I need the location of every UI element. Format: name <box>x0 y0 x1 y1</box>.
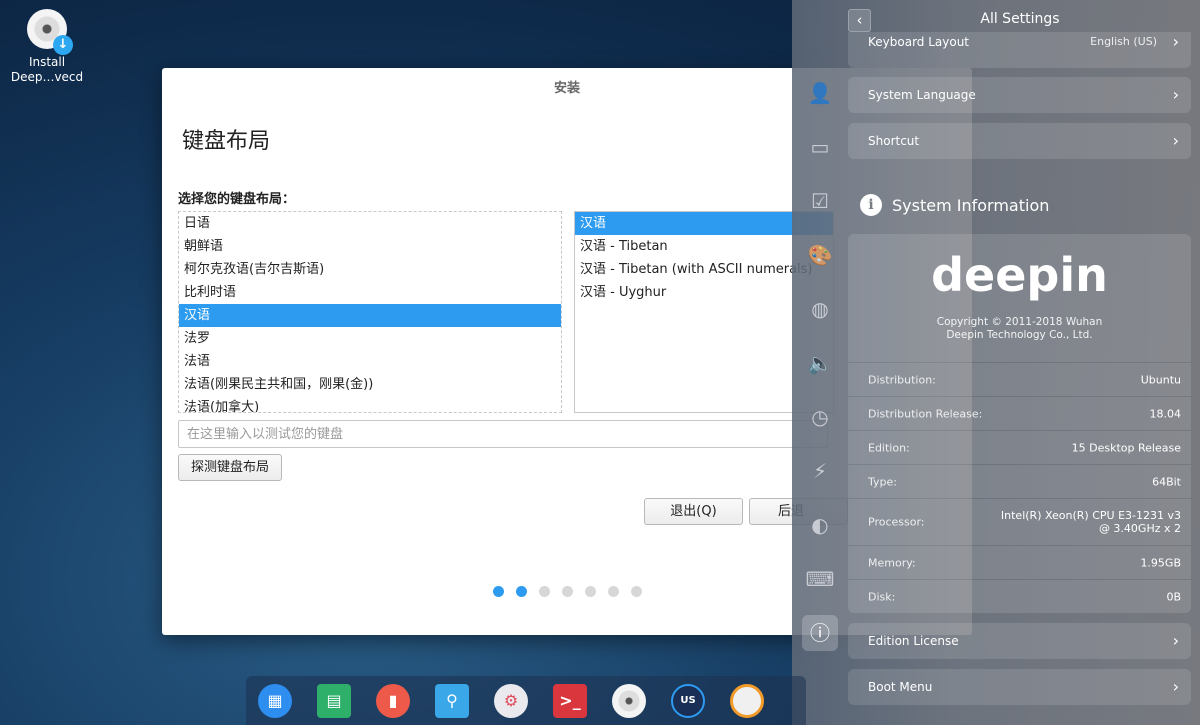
info-label: Memory: <box>868 556 916 569</box>
info-row-release: Distribution Release: 18.04 <box>848 397 1191 430</box>
screen-recorder-icon[interactable]: ▮ <box>376 684 410 718</box>
deepin-store-icon[interactable] <box>730 684 764 718</box>
edition-license-label: Edition License <box>868 634 959 648</box>
progress-dot <box>608 586 619 597</box>
chevron-right-icon: › <box>1172 85 1179 104</box>
network-icon[interactable]: ◍ <box>802 291 838 327</box>
info-row-disk: Disk: 0B <box>848 580 1191 613</box>
personalization-icon[interactable]: 🎨 <box>802 237 838 273</box>
info-label: Type: <box>868 475 897 488</box>
copyright-line2: Deepin Technology Co., Ltd. <box>946 329 1093 341</box>
system-information-header: i System Information <box>860 194 1049 216</box>
accounts-icon[interactable]: 👤 <box>802 75 838 111</box>
processor-line1: Intel(R) Xeon(R) CPU E3-1231 v3 <box>1000 509 1181 522</box>
deepin-logo-card: deepin Copyright © 2011-2018 Wuhan Deepi… <box>848 234 1191 362</box>
progress-dot <box>631 586 642 597</box>
keyboard-layout-row[interactable]: Keyboard Layout English (US) › <box>848 32 1191 68</box>
info-label: Distribution: <box>868 373 936 386</box>
layout-item[interactable]: 朝鲜语 <box>179 235 561 258</box>
desktop-icon-label-line2: Deep…vecd <box>10 70 84 84</box>
display-icon[interactable]: ▭ <box>802 129 838 165</box>
chevron-right-icon: › <box>1172 32 1179 51</box>
keyboard-layout-label: Keyboard Layout <box>868 35 970 49</box>
layout-item[interactable]: 法罗 <box>179 327 561 350</box>
settings-gear-icon[interactable]: ⚙ <box>494 684 528 718</box>
deepin-logo: deepin <box>931 248 1108 302</box>
chevron-right-icon: › <box>1172 677 1179 696</box>
keyboard-test-input[interactable] <box>178 420 828 448</box>
launcher-icon[interactable]: ▦ <box>258 684 292 718</box>
chevron-right-icon: › <box>1172 631 1179 650</box>
info-label: Edition: <box>868 441 910 454</box>
mouse-icon[interactable]: ◐ <box>802 507 838 543</box>
system-info-icon[interactable]: ⓘ <box>802 615 838 651</box>
edition-license-row[interactable]: Edition License › <box>848 623 1191 659</box>
info-value: Ubuntu <box>1140 373 1181 386</box>
info-value: 1.95GB <box>1140 556 1181 569</box>
archive-manager-icon[interactable]: ⚲ <box>435 684 469 718</box>
layout-prompt: 选择您的键盘布局： <box>178 192 296 207</box>
progress-dot <box>562 586 573 597</box>
info-value: 0B <box>1166 590 1181 603</box>
keyboard-icon[interactable]: ⌨ <box>802 561 838 597</box>
sound-icon[interactable]: 🔈 <box>802 345 838 381</box>
layout-item[interactable]: 比利时语 <box>179 281 561 304</box>
shortcut-row[interactable]: Shortcut › <box>848 123 1191 159</box>
disc-icon: ↓ <box>27 9 73 55</box>
layout-item[interactable]: 法语(加拿大) <box>179 396 561 412</box>
info-label: Disk: <box>868 590 896 603</box>
keyboard-layout-value: English (US) <box>1090 35 1157 48</box>
control-center-panel: ‹ All Settings 👤 ▭ ☑ 🎨 ◍ 🔈 ◷ ⚡ ◐ ⌨ ⓘ Key… <box>792 0 1200 725</box>
quit-button[interactable]: 退出(Q) <box>644 498 743 525</box>
progress-dot <box>539 586 550 597</box>
info-value: Intel(R) Xeon(R) CPU E3-1231 v3 @ 3.40GH… <box>1001 509 1181 535</box>
copyright-line1: Copyright © 2011-2018 Wuhan <box>936 316 1103 328</box>
progress-dot <box>585 586 596 597</box>
system-language-label: System Language <box>868 88 976 102</box>
progress-dot <box>516 586 527 597</box>
keyboard-indicator[interactable]: US <box>671 684 705 718</box>
desktop-icon-install-deepin[interactable]: ↓ Install Deep…vecd <box>8 6 86 85</box>
boot-menu-label: Boot Menu <box>868 680 933 694</box>
power-icon[interactable]: ⚡ <box>802 453 838 489</box>
info-row-distribution: Distribution: Ubuntu <box>848 363 1191 396</box>
progress-dots <box>493 586 642 597</box>
info-value: 18.04 <box>1149 407 1182 420</box>
info-value: 15 Desktop Release <box>1071 441 1181 454</box>
layout-item[interactable]: 法语 <box>179 350 561 373</box>
info-icon: i <box>860 194 882 216</box>
processor-line2: @ 3.40GHz x 2 <box>1098 522 1181 535</box>
file-manager-icon[interactable]: ▤ <box>317 684 351 718</box>
page-heading: 键盘布局 <box>182 129 271 154</box>
detect-layout-button[interactable]: 探测键盘布局 <box>178 454 282 481</box>
time-icon[interactable]: ◷ <box>802 399 838 435</box>
layout-item[interactable]: 柯尔克孜语(吉尔吉斯语) <box>179 258 561 281</box>
info-value: 64Bit <box>1152 475 1181 488</box>
layout-item[interactable]: 法语(刚果民主共和国，刚果(金)) <box>179 373 561 396</box>
dock: ▦ ▤ ▮ ⚲ ⚙ >_ US <box>246 676 806 725</box>
info-label: Processor: <box>868 515 925 529</box>
info-label: Distribution Release: <box>868 407 983 420</box>
desktop-icon-label-line1: Install <box>28 55 66 69</box>
info-row-memory: Memory: 1.95GB <box>848 546 1191 579</box>
chevron-right-icon: › <box>1172 131 1179 150</box>
section-title: System Information <box>892 195 1050 215</box>
download-badge-icon: ↓ <box>53 35 73 55</box>
installer-disc-icon[interactable] <box>612 684 646 718</box>
shortcut-label: Shortcut <box>868 134 920 148</box>
info-row-edition: Edition: 15 Desktop Release <box>848 431 1191 464</box>
layout-item-selected[interactable]: 汉语 <box>179 304 561 327</box>
info-row-processor: Processor: Intel(R) Xeon(R) CPU E3-1231 … <box>848 499 1191 545</box>
default-apps-icon[interactable]: ☑ <box>802 183 838 219</box>
system-language-row[interactable]: System Language › <box>848 77 1191 113</box>
terminal-icon[interactable]: >_ <box>553 684 587 718</box>
layout-list[interactable]: 日语 朝鲜语 柯尔克孜语(吉尔吉斯语) 比利时语 汉语 法罗 法语 法语(刚果民… <box>178 211 562 413</box>
info-row-type: Type: 64Bit <box>848 465 1191 498</box>
layout-item[interactable]: 日语 <box>179 212 561 235</box>
boot-menu-row[interactable]: Boot Menu › <box>848 669 1191 705</box>
progress-dot <box>493 586 504 597</box>
